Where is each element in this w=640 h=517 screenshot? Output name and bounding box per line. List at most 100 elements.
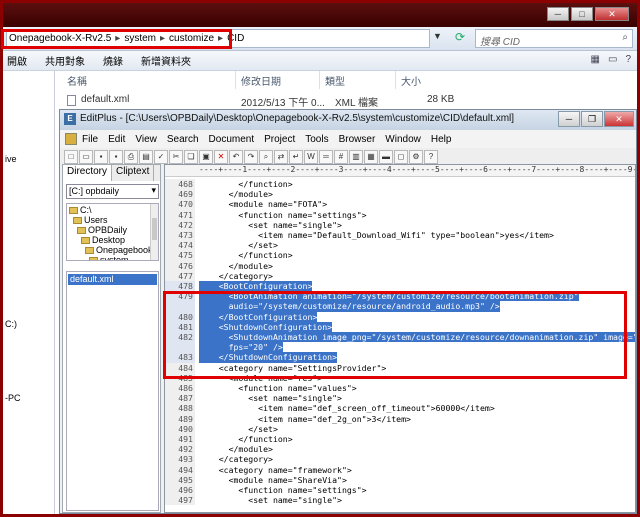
preferences-icon[interactable]: ⚙ [409, 150, 423, 164]
file-list-item[interactable]: default.xml [68, 274, 157, 285]
code-line[interactable]: </module> [199, 189, 273, 199]
column-header-size[interactable]: 大小 [401, 73, 421, 88]
open-button[interactable]: 開啟 [7, 53, 27, 68]
code-line[interactable]: <category name="framework"> [199, 465, 352, 475]
print-preview-icon[interactable]: ▤ [139, 150, 153, 164]
minimize-button[interactable]: ─ [558, 111, 580, 127]
directory-window-icon[interactable]: ▥ [349, 150, 363, 164]
code-line[interactable]: </category> [199, 454, 273, 464]
column-divider[interactable] [395, 71, 396, 89]
help-icon[interactable]: ? [625, 54, 631, 65]
fullscreen-icon[interactable]: ◻ [394, 150, 408, 164]
code-line[interactable]: <module name="ShareVia"> [199, 475, 347, 485]
paste-icon[interactable]: ▣ [199, 150, 213, 164]
menu-help[interactable]: Help [431, 134, 452, 145]
redo-icon[interactable]: ↷ [244, 150, 258, 164]
document-menu-icon[interactable] [65, 133, 77, 145]
ruler-icon[interactable]: ═ [319, 150, 333, 164]
burn-button[interactable]: 燒錄 [103, 53, 123, 68]
restore-button[interactable]: ❐ [581, 111, 603, 127]
tab-cliptext[interactable]: Cliptext [112, 165, 155, 181]
file-row[interactable]: default.xml 2012/5/13 下午 0... XML 檔案 28 … [65, 93, 635, 109]
cut-icon[interactable]: ✂ [169, 150, 183, 164]
refresh-icon[interactable]: ⟳ [455, 30, 465, 44]
tree-item[interactable]: Onepagebook [85, 245, 153, 255]
tree-scrollbar[interactable] [150, 204, 158, 260]
copy-icon[interactable]: ❏ [184, 150, 198, 164]
menu-search[interactable]: Search [167, 134, 199, 145]
code-line[interactable]: <BootConfiguration> [199, 281, 313, 292]
delete-icon[interactable]: ✕ [214, 150, 228, 164]
help-icon[interactable]: ? [424, 150, 438, 164]
menu-browser[interactable]: Browser [339, 134, 376, 145]
replace-icon[interactable]: ⇄ [274, 150, 288, 164]
code-line[interactable]: <set name="single"> [199, 495, 342, 505]
code-line[interactable]: <item name="Default_Download_Wifi" type=… [199, 230, 554, 240]
chevron-down-icon[interactable]: ▾ [151, 185, 156, 196]
code-line[interactable]: <function name="settings"> [199, 485, 366, 495]
code-line[interactable]: </set> [199, 424, 278, 434]
menu-window[interactable]: Window [385, 134, 421, 145]
search-icon[interactable]: ⌕ [622, 32, 628, 43]
code-line[interactable]: </set> [199, 240, 278, 250]
view-icon[interactable]: ▦ [591, 54, 600, 65]
cliptext-icon[interactable]: ▦ [364, 150, 378, 164]
maximize-button[interactable]: □ [571, 7, 593, 21]
tab-directory[interactable]: Directory [63, 165, 113, 181]
goto-icon[interactable]: ↵ [289, 150, 303, 164]
line-number-icon[interactable]: # [334, 150, 348, 164]
column-header-name[interactable]: 名稱 [67, 73, 87, 88]
menu-document[interactable]: Document [209, 134, 255, 145]
new-file-icon[interactable]: □ [64, 150, 78, 164]
open-file-icon[interactable]: ▭ [79, 150, 93, 164]
close-button[interactable]: ✕ [595, 7, 629, 21]
word-wrap-icon[interactable]: W [304, 150, 318, 164]
menu-file[interactable]: File [82, 134, 98, 145]
menu-tools[interactable]: Tools [305, 134, 328, 145]
code-line[interactable]: <set name="single"> [199, 220, 342, 230]
column-header-date[interactable]: 修改日期 [241, 73, 281, 88]
code-line[interactable]: </category> [199, 271, 273, 281]
code-line[interactable]: </function> [199, 179, 292, 189]
code-line[interactable]: <function name="settings"> [199, 210, 366, 220]
tree-item[interactable]: OPBDaily [77, 225, 127, 235]
find-icon[interactable]: ⌕ [259, 150, 273, 164]
column-divider[interactable] [319, 71, 320, 89]
code-line[interactable]: <module name="FOTA"> [199, 199, 328, 209]
chevron-down-icon[interactable]: ▼ [433, 31, 442, 41]
scrollbar-thumb[interactable] [152, 218, 157, 240]
nav-item[interactable]: C:) [5, 319, 17, 329]
tree-item[interactable]: system [89, 255, 129, 260]
code-line[interactable]: </function> [199, 250, 292, 260]
print-icon[interactable]: ⎙ [124, 150, 138, 164]
code-line[interactable]: </module> [199, 444, 273, 454]
tree-item[interactable]: C:\ [69, 205, 92, 215]
new-folder-button[interactable]: 新增資料夾 [141, 53, 191, 68]
save-icon[interactable]: ▪ [94, 150, 108, 164]
drive-select[interactable]: [C:] opbdaily ▾ [66, 184, 159, 199]
spellcheck-icon[interactable]: ✓ [154, 150, 168, 164]
nav-item[interactable]: ive [5, 154, 17, 164]
nav-item[interactable]: -PC [5, 393, 21, 403]
search-input[interactable]: 搜尋 CID ⌕ [475, 29, 633, 48]
preview-pane-icon[interactable]: ▭ [608, 54, 617, 65]
code-line[interactable]: <set name="single"> [199, 393, 342, 403]
column-divider[interactable] [235, 71, 236, 89]
menu-view[interactable]: View [135, 134, 157, 145]
code-line[interactable]: </function> [199, 434, 292, 444]
menu-edit[interactable]: Edit [108, 134, 125, 145]
code-line[interactable]: </module> [199, 261, 273, 271]
close-button[interactable]: ✕ [604, 111, 634, 127]
code-line[interactable]: <item name="def_screen_off_timeout">6000… [199, 403, 495, 413]
column-header-type[interactable]: 類型 [325, 73, 345, 88]
code-line[interactable]: <item name="def_2g_on">3</item> [199, 414, 411, 424]
undo-icon[interactable]: ↶ [229, 150, 243, 164]
tree-item[interactable]: Desktop [81, 235, 125, 245]
code-line[interactable]: <function name="values"> [199, 383, 356, 393]
output-window-icon[interactable]: ▬ [379, 150, 393, 164]
save-all-icon[interactable]: ▪ [109, 150, 123, 164]
tree-item[interactable]: Users [73, 215, 108, 225]
menu-project[interactable]: Project [264, 134, 295, 145]
share-button[interactable]: 共用對象 [45, 53, 85, 68]
minimize-button[interactable]: ─ [547, 7, 569, 21]
